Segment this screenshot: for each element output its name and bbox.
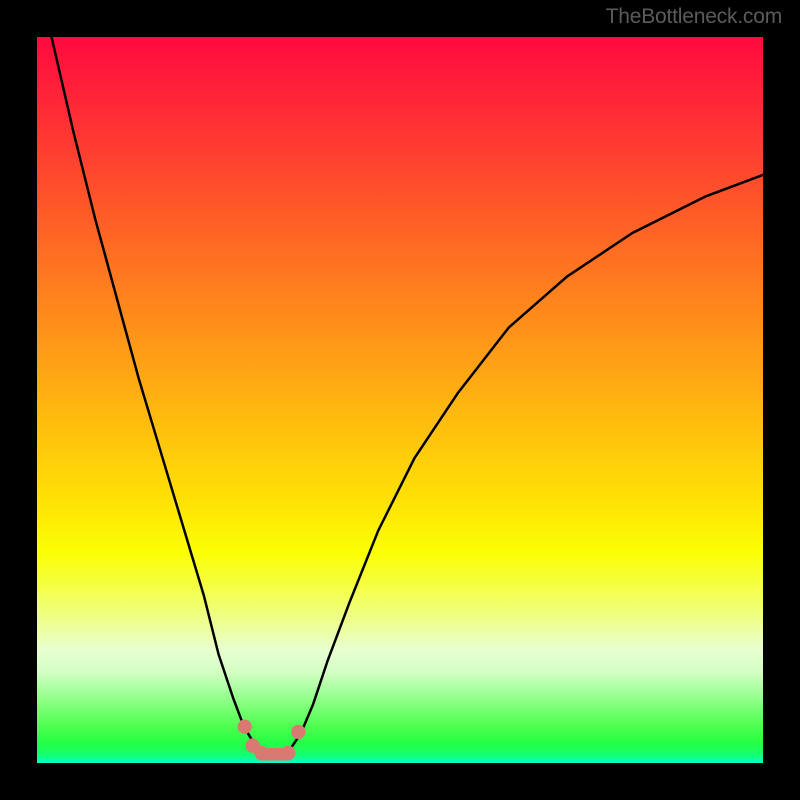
chart-svg — [37, 37, 763, 763]
data-marker — [254, 746, 268, 760]
data-marker — [281, 746, 295, 760]
plot-area — [37, 37, 763, 763]
chart-frame: TheBottleneck.com — [0, 0, 800, 800]
bottleneck-curve — [52, 37, 763, 754]
data-marker — [237, 720, 251, 734]
data-marker — [291, 725, 305, 739]
watermark-text: TheBottleneck.com — [606, 5, 782, 29]
